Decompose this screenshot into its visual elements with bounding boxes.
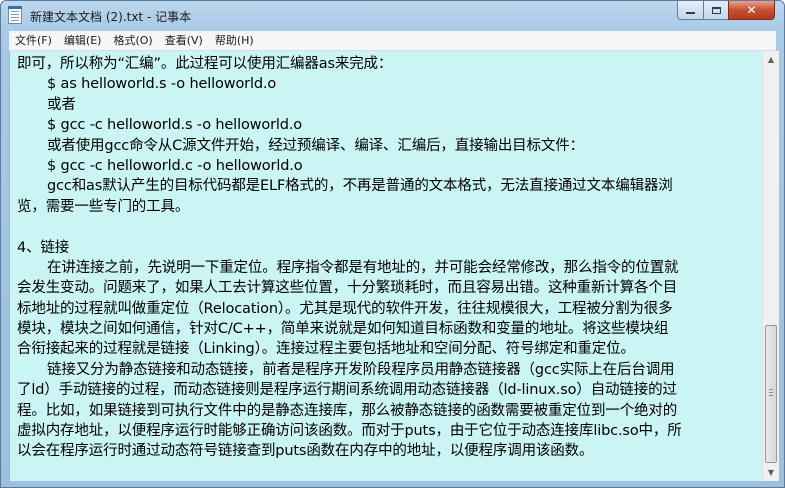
text-line: gcc和as默认产生的目标代码都是ELF格式的，不再是普通的文本格式，无法直接通… [47, 178, 673, 195]
scroll-down-button[interactable]: ▼ [763, 464, 779, 481]
close-icon: ✕ [746, 3, 757, 17]
text-line: 或者 [47, 96, 76, 113]
scrollbar-thumb[interactable] [765, 325, 777, 463]
text-line: 以会在程序运行时通过动态符号链接查到puts函数在内存中的地址，以便程序调用该函… [17, 443, 594, 460]
menu-format[interactable]: 格式(O) [107, 31, 158, 50]
window-title: 新建文本文档 (2).txt - 记事本 [30, 10, 192, 24]
menu-bar: 文件(F) 编辑(E) 格式(O) 查看(V) 帮助(H) [9, 31, 776, 51]
text-line: 链接又分为静态链接和动态链接，前者是程序开发阶段程序员用静态链接器（gcc实际上… [47, 361, 675, 378]
menu-file[interactable]: 文件(F) [9, 31, 58, 50]
menu-view[interactable]: 查看(V) [159, 31, 209, 50]
minimize-icon [686, 12, 695, 14]
notepad-window: 新建文本文档 (2).txt - 记事本 ✕ 文件(F) 编辑(E) 格式(O)… [0, 0, 785, 488]
menu-edit[interactable]: 编辑(E) [58, 31, 108, 50]
maximize-icon [711, 6, 721, 14]
text-line: 或者使用gcc命令从C源文件开始，经过预编译、编译、汇编后，直接输出目标文件： [47, 137, 584, 154]
notepad-icon[interactable] [8, 6, 22, 24]
text-line: 合衔接起来的过程就是链接（Linking）。连接过程主要包括地址和空间分配、符号… [17, 341, 635, 358]
text-line: $ as helloworld.s -o helloworld.o [47, 76, 277, 93]
chevron-up-icon: ▲ [767, 55, 775, 64]
close-button[interactable]: ✕ [728, 1, 775, 20]
text-line: 会发生变动。问题来了，如果人工去计算这些位置，十分繁琐耗时，而且容易出错。这种重… [17, 280, 678, 297]
text-line [17, 217, 759, 237]
section-heading: 4、链接 [17, 239, 70, 256]
text-line: $ gcc -c helloworld.c -o helloworld.o [47, 157, 303, 174]
text-line: 模块，模块之间如何通信，针对C/C++，简单来说就是如何知道目标函数和变量的地址… [17, 321, 669, 338]
text-line: 了ld）手动链接的过程，而动态链接则是程序运行期间系统调用动态链接器（ld-li… [17, 382, 677, 399]
text-line: 标地址的过程就叫做重定位（Relocation）。尤其是现代的软件开发，往往规模… [17, 300, 673, 317]
menu-help[interactable]: 帮助(H) [209, 31, 260, 50]
text-line: 程。比如，如果链接到可执行文件中的是静态连接库，那么被静态链接的函数需要被重定位… [17, 402, 678, 419]
text-editor[interactable]: 即可，所以称为“汇编”。此过程可以使用汇编器as来完成： $ as hellow… [9, 51, 763, 481]
chevron-down-icon: ▼ [767, 468, 775, 477]
text-line: 在讲连接之前，先说明一下重定位。程序指令都是有地址的，并可能会经常修改，那么指令… [47, 259, 679, 276]
scroll-up-button[interactable]: ▲ [763, 51, 779, 68]
text-line: 览，需要一些专门的工具。 [17, 198, 190, 215]
text-line: 虚拟内存地址，以便程序运行时能够正确访问该函数。而对于puts，由于它位于动态连… [17, 423, 682, 440]
title-bar[interactable]: 新建文本文档 (2).txt - 记事本 ✕ [1, 1, 784, 31]
maximize-button[interactable] [703, 1, 729, 20]
document-text[interactable]: 即可，所以称为“汇编”。此过程可以使用汇编器as来完成： $ as hellow… [17, 54, 759, 462]
vertical-scrollbar[interactable]: ▲ ▼ [762, 51, 779, 481]
minimize-button[interactable] [677, 1, 704, 20]
text-line: $ gcc -c helloworld.s -o helloworld.o [47, 117, 303, 134]
grip-icon [769, 389, 773, 390]
text-line: 即可，所以称为“汇编”。此过程可以使用汇编器as来完成： [17, 56, 393, 72]
